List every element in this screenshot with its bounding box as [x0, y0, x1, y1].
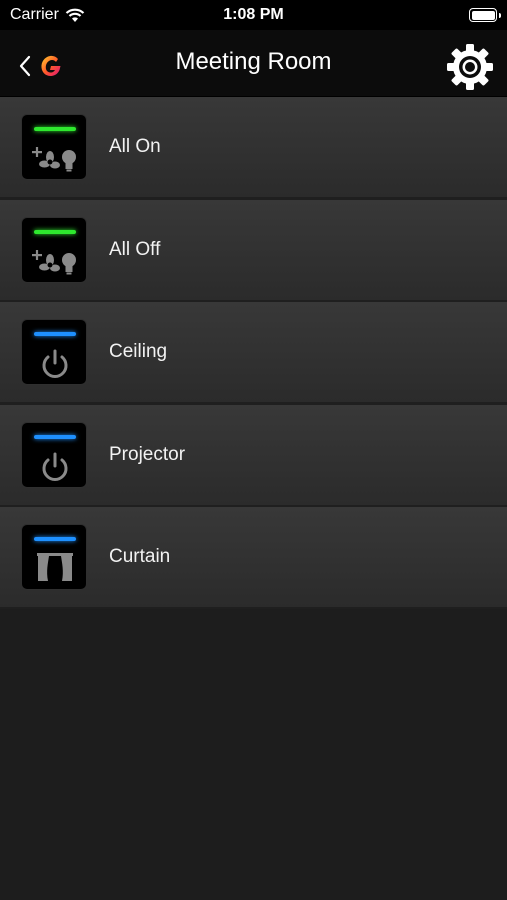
item-label: Projector: [109, 443, 186, 465]
list-item-projector[interactable]: Projector: [0, 404, 507, 505]
icon-tile: [21, 216, 87, 283]
item-label: All Off: [109, 238, 161, 260]
list-item-curtain[interactable]: Curtain: [0, 507, 507, 607]
status-indicator: [34, 127, 76, 131]
power-icon: [42, 452, 68, 481]
page-title: Meeting Room: [175, 48, 332, 75]
icon-tile: [21, 524, 87, 590]
item-label: All On: [109, 136, 161, 157]
status-time: 1:08 PM: [223, 6, 284, 23]
icon-tile: [21, 319, 87, 385]
status-indicator: [34, 434, 76, 439]
list-item-ceiling[interactable]: Ceiling: [0, 302, 507, 402]
curtain-icon: [37, 553, 73, 581]
device-list: All On All Off Ceiling Projector Curtain: [0, 97, 507, 610]
gear-icon[interactable]: [443, 40, 497, 94]
item-label: Curtain: [109, 546, 171, 567]
empty-area: [0, 609, 507, 900]
list-item-all-off[interactable]: All Off: [0, 199, 507, 300]
status-indicator: [34, 229, 76, 234]
power-icon: [42, 349, 68, 378]
battery-icon: [469, 8, 501, 22]
icon-tile: [21, 114, 87, 180]
status-indicator: [34, 537, 76, 541]
icon-tile: [21, 421, 87, 488]
list-item-all-on[interactable]: All On: [0, 97, 507, 197]
status-indicator: [34, 332, 76, 336]
navigation-bar: Meeting Room: [0, 30, 507, 97]
fan-bulb-icon: [32, 249, 76, 274]
item-label: Ceiling: [109, 341, 168, 362]
status-bar: Carrier 1:08 PM: [0, 0, 507, 30]
fan-bulb-icon: [32, 147, 76, 172]
